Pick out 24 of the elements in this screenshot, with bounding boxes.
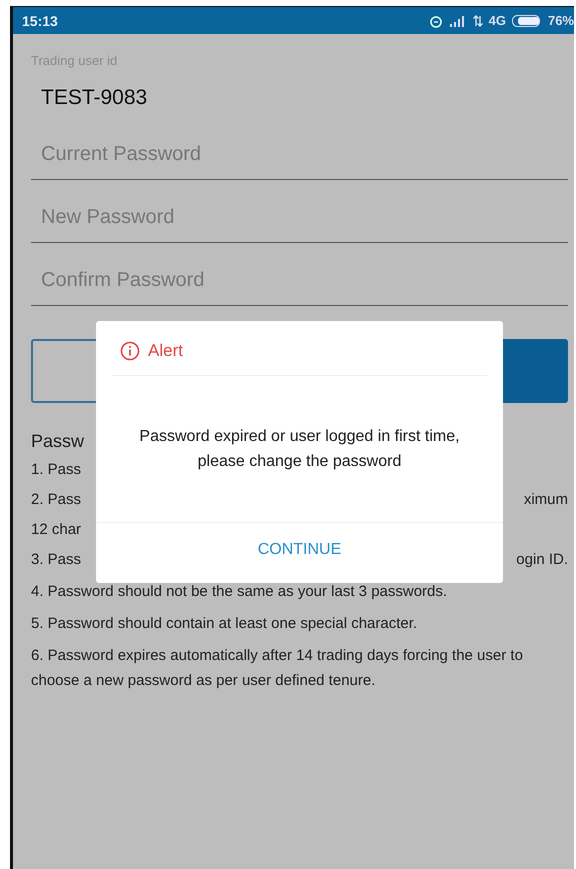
rule-text: ximum: [524, 490, 568, 510]
network-type: 4G: [488, 13, 506, 28]
rule-text: 2. Pass: [31, 490, 82, 510]
rules-heading: Passw: [31, 431, 84, 452]
info-icon: [120, 341, 140, 361]
signal-icon: [448, 14, 467, 26]
rule-text: 5. Password should contain at least one special character.: [31, 614, 418, 634]
rule-text: 3. Pass: [31, 550, 82, 570]
password-field[interactable]: Confirm Password: [31, 243, 568, 306]
password-field[interactable]: Current Password: [31, 117, 568, 180]
rule-text: 12 char: [31, 520, 82, 540]
rule-text: 6. Password expires automatically after 14 trading days forcing the user to choose a new password as per user defined tenure.: [31, 646, 524, 691]
rule-text: ogin ID.: [516, 550, 568, 570]
dialog-message: Password expired or user logged in first time, please change the password: [138, 427, 461, 472]
battery-level: 76%: [548, 13, 574, 28]
rule-text: 4. Password should not be the same as your last 3 passwords.: [31, 582, 448, 602]
user-id-value: TEST-9083: [41, 86, 148, 110]
data-arrows-icon: [472, 14, 483, 26]
password-field[interactable]: New Password: [31, 180, 568, 243]
battery-icon: [512, 14, 542, 26]
rule-text: 1. Pass: [31, 460, 82, 480]
dialog-title: Alert: [148, 341, 183, 361]
continue-button[interactable]: CONTINUE: [248, 535, 352, 565]
status-time: 15:13: [22, 12, 58, 28]
